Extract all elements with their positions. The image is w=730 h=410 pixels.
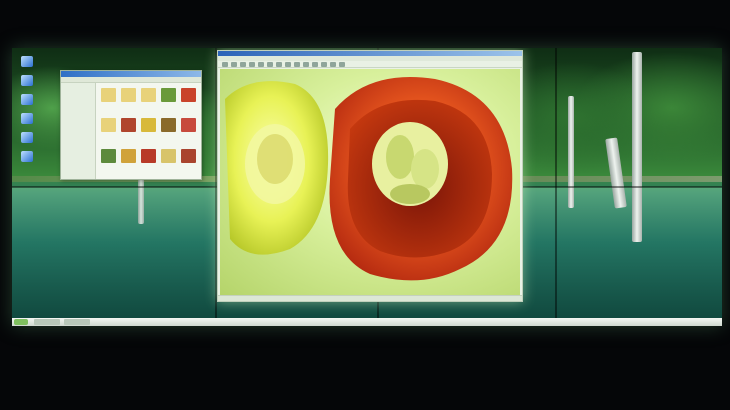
- image-thumbnail[interactable]: [161, 148, 176, 163]
- tool-icon[interactable]: [258, 62, 264, 67]
- image-thumbnail[interactable]: [141, 148, 156, 163]
- image-thumbnail[interactable]: [181, 88, 196, 102]
- thumbnail-grid: [96, 83, 201, 179]
- tool-icon[interactable]: [303, 62, 309, 67]
- tool-icon[interactable]: [276, 62, 282, 67]
- tool-icon[interactable]: [249, 62, 255, 67]
- folder-icon[interactable]: [121, 88, 136, 102]
- folder-icon[interactable]: [101, 88, 116, 102]
- tool-icon[interactable]: [267, 62, 273, 67]
- explorer-sidebar[interactable]: [61, 83, 96, 179]
- taskbar: [12, 318, 722, 326]
- pepper-illustration: [225, 77, 513, 281]
- network-icon[interactable]: [14, 94, 40, 105]
- image-thumbnail[interactable]: [121, 118, 136, 133]
- documents-icon[interactable]: [14, 75, 40, 86]
- recycle-bin-icon[interactable]: [14, 113, 40, 124]
- white-tree: [632, 52, 642, 242]
- tool-icon[interactable]: [240, 62, 246, 67]
- white-tree: [568, 96, 574, 208]
- tool-icon[interactable]: [330, 62, 336, 67]
- file-explorer-window[interactable]: [60, 70, 202, 180]
- folder-icon[interactable]: [101, 118, 116, 133]
- viewer-toolbar: [218, 61, 522, 68]
- tool-icon[interactable]: [339, 62, 345, 67]
- image-thumbnail[interactable]: [161, 118, 176, 133]
- tool-icon[interactable]: [285, 62, 291, 67]
- image-viewer-window[interactable]: [217, 50, 523, 302]
- folder-icon[interactable]: [141, 88, 156, 102]
- image-thumbnail[interactable]: [181, 148, 196, 163]
- ie-icon[interactable]: [14, 132, 40, 143]
- folder-icon[interactable]: [14, 151, 40, 162]
- image-thumbnail[interactable]: [101, 148, 116, 163]
- image-thumbnail[interactable]: [141, 118, 156, 133]
- image-thumbnail[interactable]: [181, 118, 196, 133]
- video-wall-display: [12, 48, 722, 326]
- desktop-icons: [14, 56, 40, 170]
- viewer-status-bar: [218, 295, 522, 301]
- tool-icon[interactable]: [312, 62, 318, 67]
- start-button[interactable]: [14, 319, 28, 325]
- image-thumbnail[interactable]: [161, 88, 176, 102]
- pepper-photo: [220, 69, 520, 295]
- tool-icon[interactable]: [294, 62, 300, 67]
- tool-icon[interactable]: [231, 62, 237, 67]
- taskbar-item[interactable]: [64, 319, 90, 325]
- tool-icon[interactable]: [321, 62, 327, 67]
- taskbar-item[interactable]: [34, 319, 60, 325]
- image-thumbnail[interactable]: [121, 148, 136, 163]
- tool-icon[interactable]: [222, 62, 228, 67]
- computer-icon[interactable]: [14, 56, 40, 67]
